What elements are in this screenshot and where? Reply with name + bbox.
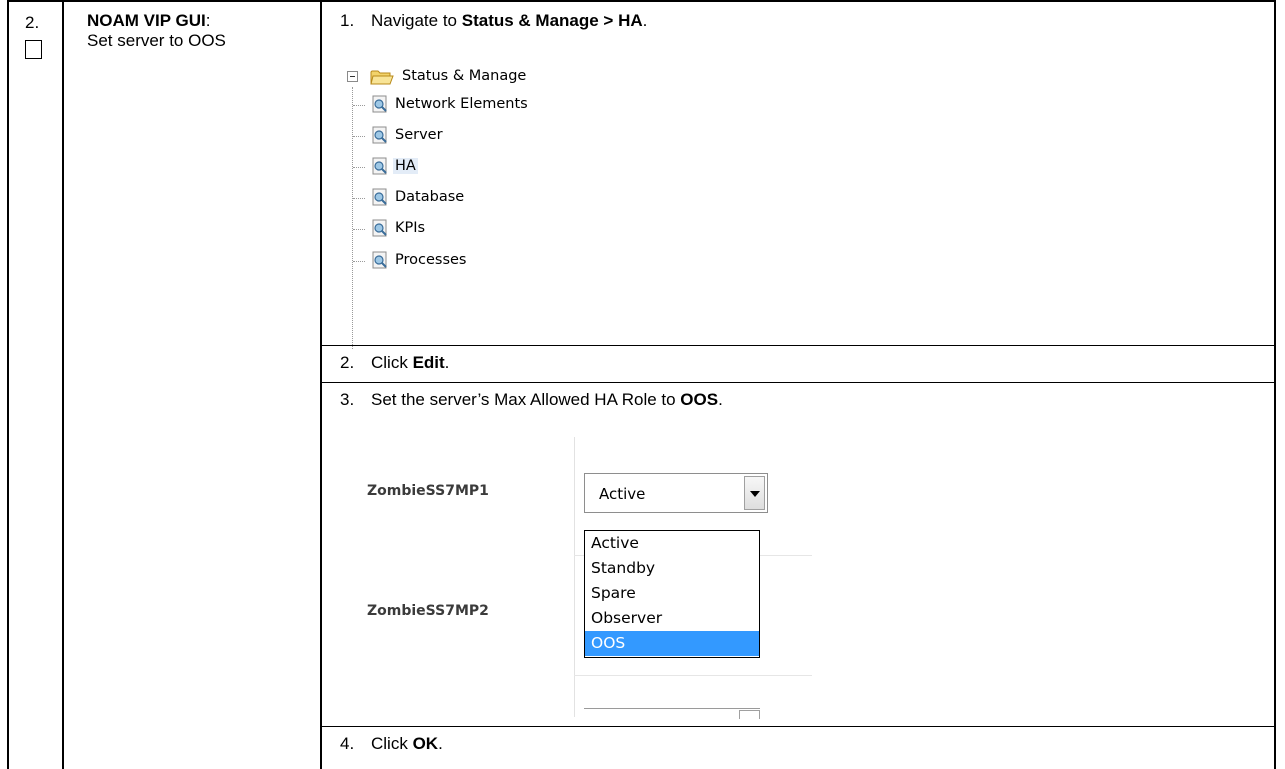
tree-item-label: Database [395, 189, 465, 205]
instruction-bold: OK [412, 734, 439, 753]
form-row-divider [574, 675, 812, 676]
instruction-text: Set the server’s Max Allowed HA Role to [371, 390, 681, 409]
option-observer[interactable]: Observer [585, 606, 759, 631]
step-name-colon: : [205, 11, 211, 30]
step-name-line2: Set server to OOS [87, 31, 226, 50]
table-border-top [7, 0, 1276, 2]
instruction-1: 1. Navigate to Status & Manage > HA. [340, 11, 647, 31]
instruction-3: 3. Set the server’s Max Allowed HA Role t… [340, 390, 723, 410]
instruction-number: 1. [340, 11, 355, 30]
option-standby[interactable]: Standby [585, 556, 759, 581]
next-row-select-partial[interactable] [584, 708, 760, 721]
tree-item-database[interactable]: Database [347, 187, 707, 207]
tree-item-network-elements[interactable]: Network Elements [347, 94, 707, 114]
option-spare[interactable]: Spare [585, 581, 759, 606]
tree-root-label[interactable]: Status & Manage [402, 68, 526, 84]
instruction-divider-3 [322, 726, 1276, 727]
step-name: NOAM VIP GUI: Set server to OOS [87, 11, 226, 51]
table-border-left [7, 0, 9, 769]
instruction-end: . [718, 390, 723, 409]
tree-item-label: Server [395, 127, 443, 143]
tree-item-label: KPIs [395, 220, 426, 236]
tree-item-ha[interactable]: HA [347, 156, 707, 176]
instruction-bold: Status & Manage > HA [461, 11, 643, 30]
page-magnifier-icon [372, 219, 387, 237]
tree-connector [353, 136, 365, 137]
select-current-value: Active [599, 485, 646, 503]
instruction-number: 4. [340, 734, 355, 753]
tree-connector [353, 198, 365, 199]
step-checkbox[interactable] [25, 40, 42, 59]
instruction-text: Navigate to [371, 11, 462, 30]
tree-item-processes[interactable]: Processes [347, 250, 707, 270]
step-name-bold: NOAM VIP GUI [87, 11, 206, 30]
instruction-divider-2 [322, 382, 1276, 383]
tree-item-label: Processes [395, 252, 467, 268]
step-number: 2. [25, 13, 40, 32]
instruction-number: 3. [340, 390, 355, 409]
chevron-down-icon[interactable] [744, 476, 765, 510]
server-name-1: ZombieSS7MP1 [367, 483, 489, 499]
chevron-down-icon[interactable] [739, 710, 760, 719]
tree-item-kpis[interactable]: KPIs [347, 218, 707, 238]
table-border-right [1274, 0, 1276, 769]
instruction-text: Click [371, 734, 413, 753]
max-ha-role-select[interactable]: Active [584, 473, 768, 513]
page-magnifier-icon [372, 251, 387, 269]
tree-item-label: Network Elements [395, 96, 528, 112]
table-border-step-col [62, 0, 64, 769]
page-magnifier-icon [372, 157, 387, 175]
folder-open-icon [370, 70, 394, 85]
tree-connector [353, 167, 365, 168]
ha-role-form: ZombieSS7MP1 ZombieSS7MP2 Active Active … [352, 437, 812, 719]
page-magnifier-icon [372, 126, 387, 144]
instruction-4: 4. Click OK. [340, 734, 443, 754]
collapse-minus-icon[interactable] [347, 71, 358, 82]
option-active[interactable]: Active [585, 531, 759, 556]
tree-item-label-selected: HA [393, 158, 418, 174]
tree-connector [353, 261, 365, 262]
page-magnifier-icon [372, 188, 387, 206]
tree-connector [353, 229, 365, 230]
instruction-bold: OOS [680, 390, 719, 409]
page-magnifier-icon [372, 95, 387, 113]
tree-item-server[interactable]: Server [347, 125, 707, 145]
table-border-name-col [320, 0, 322, 769]
server-name-2: ZombieSS7MP2 [367, 603, 489, 619]
instruction-end: . [642, 11, 648, 30]
option-oos-highlighted[interactable]: OOS [585, 631, 759, 656]
tree-connector [353, 105, 365, 106]
instruction-end: . [438, 734, 443, 753]
ha-role-dropdown-list[interactable]: Active Standby Spare Observer OOS [584, 530, 760, 658]
status-manage-tree: Status & Manage Network Elements Server … [347, 67, 707, 367]
